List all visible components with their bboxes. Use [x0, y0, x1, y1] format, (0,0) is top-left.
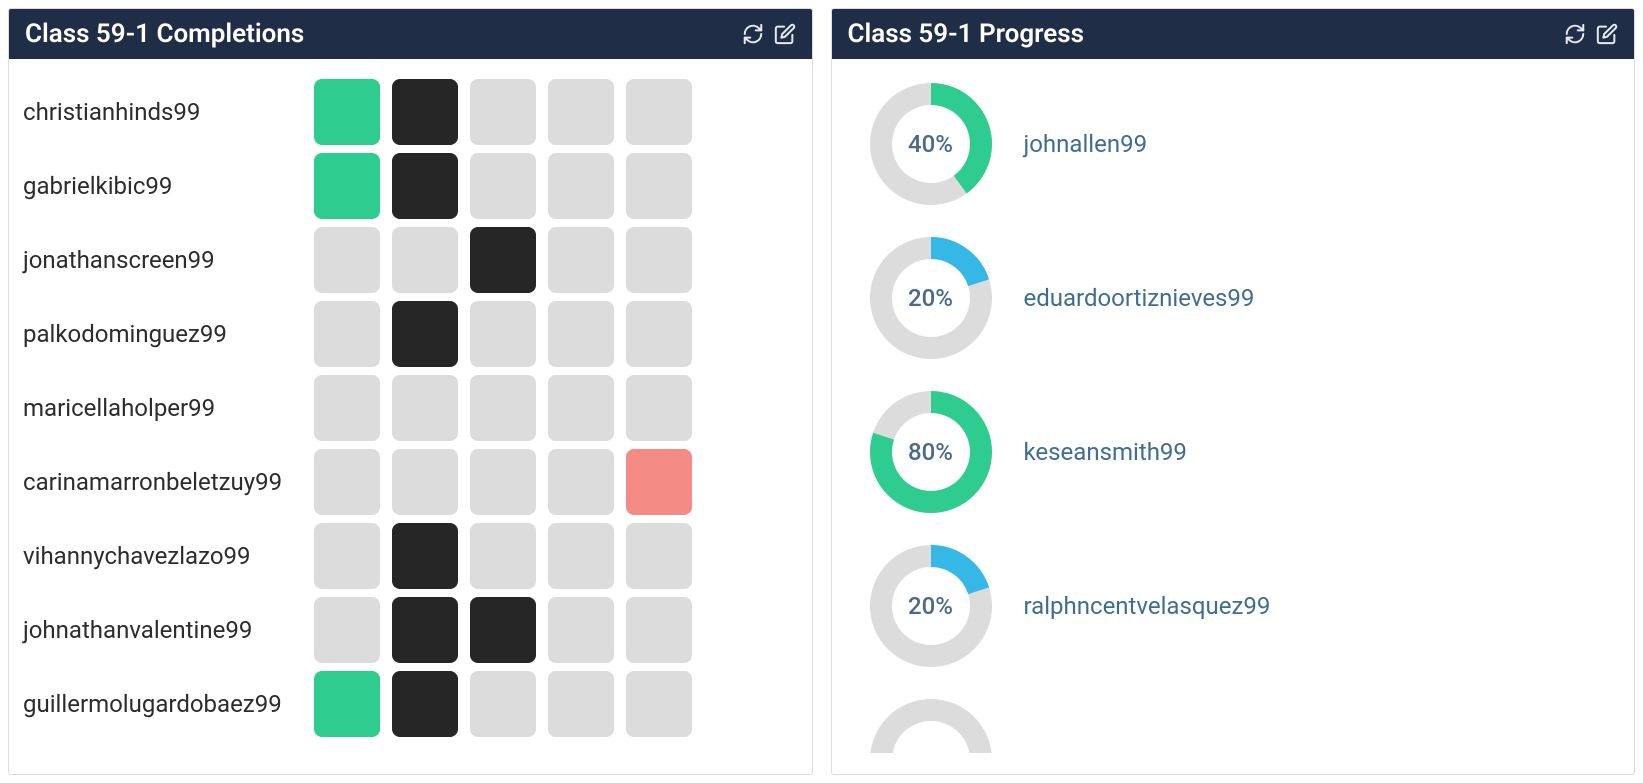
- progress-row: 40% johnallen99: [846, 79, 1621, 209]
- completion-cell[interactable]: [548, 153, 614, 219]
- completion-cell[interactable]: [314, 301, 380, 367]
- progress-donut: 40%: [866, 79, 996, 209]
- completion-cell[interactable]: [626, 449, 692, 515]
- completion-cell[interactable]: [548, 597, 614, 663]
- progress-donut: 80%: [866, 387, 996, 517]
- completion-name[interactable]: johnathanvalentine99: [23, 616, 308, 644]
- completion-cell[interactable]: [626, 597, 692, 663]
- completion-name[interactable]: maricellaholper99: [23, 394, 308, 422]
- progress-header: Class 59-1 Progress: [832, 9, 1635, 59]
- completion-cell[interactable]: [626, 227, 692, 293]
- completions-header: Class 59-1 Completions: [9, 9, 812, 59]
- completion-cell[interactable]: [548, 227, 614, 293]
- completion-cell[interactable]: [392, 301, 458, 367]
- progress-panel: Class 59-1 Progress 40%johnallen99 20%ed: [831, 8, 1636, 775]
- completion-cell[interactable]: [470, 301, 536, 367]
- completion-cell[interactable]: [392, 79, 458, 145]
- completion-cell[interactable]: [314, 597, 380, 663]
- completion-row: johnathanvalentine99: [23, 597, 798, 663]
- completion-cell[interactable]: [392, 671, 458, 737]
- progress-name[interactable]: ralphncentvelasquez99: [1024, 592, 1271, 620]
- completion-cell[interactable]: [626, 523, 692, 589]
- completions-panel: Class 59-1 Completions christianhinds99 g…: [8, 8, 813, 775]
- completion-cell[interactable]: [392, 597, 458, 663]
- completion-cell[interactable]: [314, 79, 380, 145]
- completion-cell[interactable]: [470, 227, 536, 293]
- completion-cell[interactable]: [626, 79, 692, 145]
- completion-cell[interactable]: [548, 449, 614, 515]
- completion-name[interactable]: guillermolugardobaez99: [23, 690, 308, 718]
- progress-pct-label: 20%: [908, 592, 953, 620]
- completion-row: gabrielkibic99: [23, 153, 798, 219]
- progress-name[interactable]: eduardoortiznieves99: [1024, 284, 1255, 312]
- edit-icon[interactable]: [774, 23, 796, 45]
- completions-body: christianhinds99 gabrielkibic99 jonathansc…: [9, 59, 812, 774]
- completions-title: Class 59-1 Completions: [25, 19, 304, 49]
- completion-row: jonathanscreen99: [23, 227, 798, 293]
- progress-name[interactable]: keseansmith99: [1024, 438, 1187, 466]
- progress-body: 40% johnallen99 20% eduardoortiznieves99 8…: [832, 59, 1635, 774]
- completion-cell[interactable]: [548, 301, 614, 367]
- refresh-icon[interactable]: [1564, 23, 1586, 45]
- completion-cell[interactable]: [470, 79, 536, 145]
- progress-name[interactable]: johnallen99: [1024, 130, 1148, 158]
- completion-cell[interactable]: [626, 153, 692, 219]
- completion-cell[interactable]: [314, 153, 380, 219]
- completion-cell[interactable]: [392, 449, 458, 515]
- completion-cell[interactable]: [470, 153, 536, 219]
- completion-name[interactable]: jonathanscreen99: [23, 246, 308, 274]
- completion-cell[interactable]: [314, 449, 380, 515]
- progress-pct-label: 20%: [908, 284, 953, 312]
- completion-cell[interactable]: [314, 671, 380, 737]
- completion-cell[interactable]: [392, 523, 458, 589]
- progress-row: 20% eduardoortiznieves99: [846, 233, 1621, 363]
- completion-cell[interactable]: [626, 671, 692, 737]
- completion-cell[interactable]: [548, 375, 614, 441]
- completion-row: guillermolugardobaez99: [23, 671, 798, 737]
- completion-row: maricellaholper99: [23, 375, 798, 441]
- edit-icon[interactable]: [1596, 23, 1618, 45]
- completion-row: carinamarronbeletzuy99: [23, 449, 798, 515]
- completion-cell[interactable]: [470, 597, 536, 663]
- completion-cell[interactable]: [548, 79, 614, 145]
- completion-row: vihannychavezlazo99: [23, 523, 798, 589]
- completion-row: palkodominguez99: [23, 301, 798, 367]
- refresh-icon[interactable]: [742, 23, 764, 45]
- completion-cell[interactable]: [470, 375, 536, 441]
- completion-cell[interactable]: [314, 523, 380, 589]
- progress-row: 80% keseansmith99: [846, 387, 1621, 517]
- completions-header-actions: [742, 23, 796, 45]
- completion-cell[interactable]: [470, 671, 536, 737]
- completion-name[interactable]: carinamarronbeletzuy99: [23, 468, 308, 496]
- progress-title: Class 59-1 Progress: [848, 19, 1085, 49]
- completion-cell[interactable]: [470, 523, 536, 589]
- completion-cell[interactable]: [314, 227, 380, 293]
- progress-row-partial: [846, 695, 1621, 753]
- completion-cell[interactable]: [392, 227, 458, 293]
- progress-row: 20% ralphncentvelasquez99: [846, 541, 1621, 671]
- completion-cell[interactable]: [314, 375, 380, 441]
- completion-name[interactable]: palkodominguez99: [23, 320, 308, 348]
- completion-cell[interactable]: [548, 671, 614, 737]
- progress-pct-label: 40%: [908, 130, 953, 158]
- completion-name[interactable]: gabrielkibic99: [23, 172, 308, 200]
- completion-cell[interactable]: [626, 301, 692, 367]
- progress-pct-label: 80%: [908, 438, 953, 466]
- completion-cell[interactable]: [392, 153, 458, 219]
- completion-name[interactable]: christianhinds99: [23, 98, 308, 126]
- completion-row: christianhinds99: [23, 79, 798, 145]
- completion-cell[interactable]: [470, 449, 536, 515]
- completion-cell[interactable]: [548, 523, 614, 589]
- progress-donut: 20%: [866, 233, 996, 363]
- progress-donut: [866, 695, 996, 753]
- completion-cell[interactable]: [392, 375, 458, 441]
- progress-donut: 20%: [866, 541, 996, 671]
- progress-header-actions: [1564, 23, 1618, 45]
- completion-cell[interactable]: [626, 375, 692, 441]
- completion-name[interactable]: vihannychavezlazo99: [23, 542, 308, 570]
